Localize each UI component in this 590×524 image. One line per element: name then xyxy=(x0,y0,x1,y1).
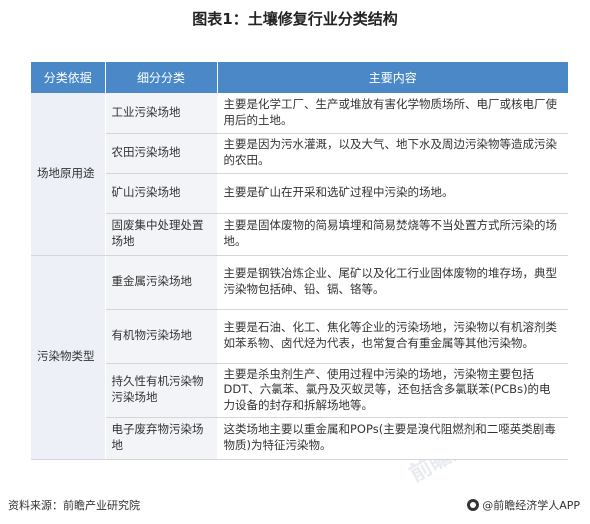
table-row: 污染物类型 重金属污染场地 主要是钢铁冶炼企业、尾矿以及化工行业固体废物的堆存场… xyxy=(31,255,568,460)
table-row: 矿山污染场地 主要是矿山在开采和选矿过程中污染的场地。 xyxy=(31,173,568,214)
header-subclass: 细分分类 xyxy=(105,62,218,93)
page-title: 图表1：土壤修复行业分类结构 xyxy=(192,10,398,28)
brand-text: @前瞻经济学人APP xyxy=(482,499,580,512)
description-cell: 主要是杀虫剂生产、使用过程中污染的场地，污染物主要包括DDT、六氯苯、氯丹及灭蚁… xyxy=(217,363,568,418)
subclass-cell: 重金属污染场地 xyxy=(105,255,218,310)
description-cell: 主要是固体废物的简易填埋和简易焚烧等不当处置方式所污染的场地。 xyxy=(217,213,568,256)
header-basis: 分类依据 xyxy=(31,62,106,93)
group-label-original-use: 场地原用途 xyxy=(31,93,106,256)
table-row: 电子废弃物污染场地 这类场地主要以重金属和POPs(主要是溴代阻燃剂和二噁英类剧… xyxy=(31,417,568,460)
subclass-cell: 有机物污染场地 xyxy=(105,309,218,364)
brand-credit: @前瞻经济学人APP xyxy=(467,497,580,513)
table-row: 农田污染场地 主要是因为污水灌溉，以及大气、地下水及周边污染物等造成污染的农田。 xyxy=(31,133,568,174)
table-row: 场地原用途 工业污染场地 主要是化学工厂、生产或堆放有害化学物质场所、电厂或核电… xyxy=(31,93,568,256)
subclass-cell: 持久性有机污染物污染场地 xyxy=(105,363,218,418)
table-row: 固废集中处理处置场地 主要是固体废物的简易填埋和简易焚烧等不当处置方式所污染的场… xyxy=(31,213,568,256)
description-cell: 主要是石油、化工、焦化等企业的污染场地，污染物以有机溶剂类如苯系物、卤代烃为代表… xyxy=(217,309,568,364)
subclass-cell: 农田污染场地 xyxy=(105,133,218,174)
description-cell: 主要是矿山在开采和选矿过程中污染的场地。 xyxy=(217,173,568,214)
group-label-pollutant-type: 污染物类型 xyxy=(31,255,106,460)
source-note: 资料来源：前瞻产业研究院 xyxy=(8,499,140,512)
subclass-cell: 工业污染场地 xyxy=(105,93,218,134)
subclass-cell: 矿山污染场地 xyxy=(105,173,218,214)
description-cell: 主要是化学工厂、生产或堆放有害化学物质场所、电厂或核电厂使用后的土地。 xyxy=(217,93,568,134)
table-row: 持久性有机污染物污染场地 主要是杀虫剂生产、使用过程中污染的场地，污染物主要包括… xyxy=(31,363,568,418)
table-header-row: 分类依据 细分分类 主要内容 xyxy=(31,62,568,93)
description-cell: 主要是因为污水灌溉，以及大气、地下水及周边污染物等造成污染的农田。 xyxy=(217,133,568,174)
table-row: 有机物污染场地 主要是石油、化工、焦化等企业的污染场地，污染物以有机溶剂类如苯系… xyxy=(31,309,568,364)
header-content: 主要内容 xyxy=(217,62,568,93)
subclass-cell: 固废集中处理处置场地 xyxy=(105,213,218,256)
subclass-cell: 电子废弃物污染场地 xyxy=(105,417,218,460)
description-cell: 这类场地主要以重金属和POPs(主要是溴代阻燃剂和二噁英类剧毒物质)为特征污染物… xyxy=(217,417,568,460)
brand-logo-icon xyxy=(467,499,480,511)
classification-table: 分类依据 细分分类 主要内容 场地原用途 工业污染场地 主要是化学工厂、生产或堆… xyxy=(31,62,568,460)
description-cell: 主要是钢铁冶炼企业、尾矿以及化工行业固体废物的堆存场，典型污染物包括砷、铅、镉、… xyxy=(217,255,568,310)
